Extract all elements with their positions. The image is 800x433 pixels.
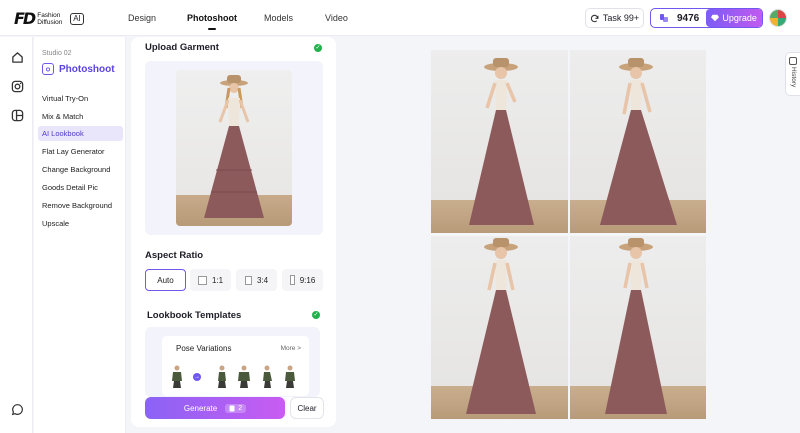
- refresh-icon: [590, 14, 599, 23]
- credit-icon: [229, 405, 235, 411]
- more-link[interactable]: More >: [281, 345, 301, 352]
- aspect-1-1-button[interactable]: 1:1: [190, 269, 231, 291]
- menu-item-ai-lookbook[interactable]: AI Lookbook: [38, 126, 123, 141]
- pose-thumbnail: [169, 364, 185, 388]
- credits-box[interactable]: 9476 Upgrade: [650, 8, 763, 28]
- settings-panel: Upload Garment ✓ Aspect Ratio Auto 1:1 3…: [131, 37, 336, 427]
- logo-ai-badge: AI: [70, 12, 84, 25]
- result-image[interactable]: [431, 50, 568, 233]
- lookbook-templates-title: Lookbook Templates: [147, 310, 242, 321]
- aspect-3-4-label: 3:4: [256, 275, 269, 285]
- home-icon[interactable]: [10, 50, 24, 64]
- generate-label: Generate: [183, 403, 218, 413]
- chat-icon[interactable]: [10, 402, 24, 416]
- pose-variations-card[interactable]: Pose Variations More > →: [162, 336, 309, 396]
- task-button[interactable]: Task 99+: [585, 8, 644, 28]
- aspect-auto-label: Auto: [157, 275, 174, 285]
- nav-design[interactable]: Design: [128, 13, 156, 23]
- credits-icon: [659, 13, 669, 23]
- aspect-1-1-label: 1:1: [211, 275, 224, 285]
- nav-video[interactable]: Video: [325, 13, 348, 23]
- aspect-ratio-options: Auto 1:1 3:4 9:16: [145, 269, 323, 291]
- generate-button[interactable]: Generate 2: [145, 397, 285, 419]
- credit-cost-badge: 2: [225, 403, 247, 413]
- aspect-auto-button[interactable]: Auto: [145, 269, 186, 291]
- menu-item-virtual-try-on[interactable]: Virtual Try-On: [38, 91, 123, 106]
- result-image[interactable]: [431, 236, 568, 419]
- icon-rail: [0, 37, 33, 433]
- tool-menu: Studio 02 Photoshoot Virtual Try-On Mix …: [34, 37, 126, 433]
- pose-thumbnail: [236, 364, 252, 388]
- nav-models[interactable]: Models: [264, 13, 293, 23]
- clear-button[interactable]: Clear: [290, 397, 324, 419]
- history-label: History: [790, 67, 797, 88]
- result-image[interactable]: [570, 236, 706, 419]
- templates-box: Pose Variations More > →: [145, 327, 320, 397]
- task-label: Task 99+: [602, 13, 640, 23]
- portrait-icon: [244, 275, 252, 285]
- credit-cost: 2: [238, 404, 243, 412]
- check-icon: ✓: [312, 311, 320, 319]
- pose-thumbnail: [259, 364, 275, 388]
- credits-count: 9476: [677, 12, 700, 24]
- upload-dropzone[interactable]: [145, 61, 323, 235]
- tall-portrait-icon: [289, 275, 295, 285]
- history-icon: [789, 57, 797, 65]
- menu-item-upscale[interactable]: Upscale: [38, 216, 123, 231]
- check-icon: ✓: [314, 44, 322, 52]
- pose-thumbnail: [214, 364, 230, 388]
- studio-title-text: Photoshoot: [59, 63, 115, 75]
- top-bar: FD Fashion Diffusion AI Design Photoshoo…: [0, 0, 800, 36]
- aspect-ratio-title: Aspect Ratio: [145, 250, 204, 261]
- menu-item-mix-match[interactable]: Mix & Match: [38, 109, 123, 124]
- aspect-3-4-button[interactable]: 3:4: [236, 269, 277, 291]
- menu-item-goods-detail-pic[interactable]: Goods Detail Pic: [38, 180, 123, 195]
- pose-variations-title: Pose Variations: [176, 344, 232, 353]
- garment-image: [176, 70, 292, 226]
- result-image[interactable]: [570, 50, 706, 233]
- menu-item-change-background[interactable]: Change Background: [38, 162, 123, 177]
- pose-thumbnail: [282, 364, 298, 388]
- upgrade-button[interactable]: Upgrade: [706, 9, 762, 27]
- logo-mark: FD: [14, 9, 36, 28]
- instagram-icon[interactable]: [10, 79, 24, 93]
- upload-garment-title: Upload Garment: [145, 42, 219, 53]
- clear-label: Clear: [297, 403, 317, 413]
- app-logo[interactable]: FD Fashion Diffusion AI: [14, 9, 84, 28]
- user-avatar[interactable]: [769, 9, 787, 27]
- camera-icon: [42, 63, 54, 75]
- aspect-9-16-label: 9:16: [299, 275, 316, 285]
- upgrade-label: Upgrade: [722, 13, 757, 23]
- history-tab[interactable]: History: [785, 52, 800, 96]
- diamond-icon: [711, 14, 720, 22]
- logo-text: Fashion Diffusion: [37, 11, 63, 26]
- aspect-9-16-button[interactable]: 9:16: [282, 269, 323, 291]
- square-icon: [197, 275, 207, 285]
- studio-title: Photoshoot: [42, 63, 115, 75]
- menu-item-flat-lay-generator[interactable]: Flat Lay Generator: [38, 144, 123, 159]
- menu-item-remove-background[interactable]: Remove Background: [38, 198, 123, 213]
- arrow-right-icon: →: [193, 373, 201, 381]
- nav-photoshoot[interactable]: Photoshoot: [187, 13, 237, 30]
- layout-icon[interactable]: [10, 108, 24, 122]
- studio-label: Studio 02: [42, 50, 72, 57]
